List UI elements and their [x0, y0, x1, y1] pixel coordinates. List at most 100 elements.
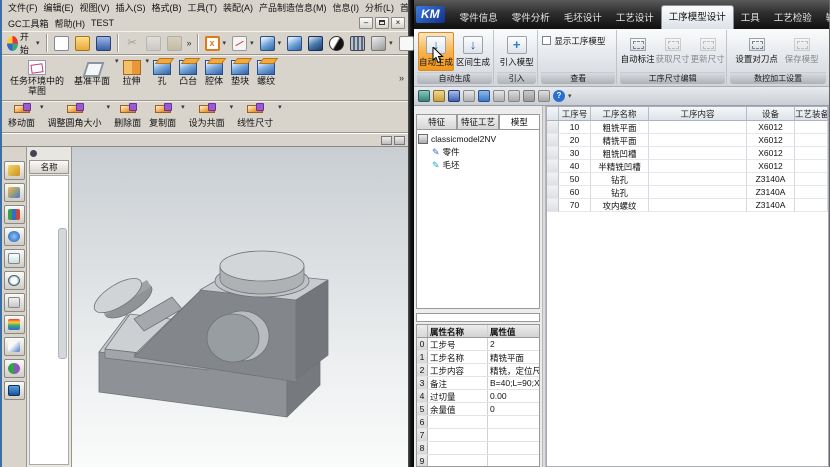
tree-node-part[interactable]: ✎ 零件 — [418, 145, 538, 158]
constraint-navigator-button[interactable] — [4, 183, 25, 202]
navigator-list[interactable] — [29, 175, 69, 465]
menu-view[interactable]: 视图(V) — [77, 0, 113, 15]
menu-insert[interactable]: 插入(S) — [113, 0, 149, 15]
pocket-button[interactable]: 腔体 — [201, 57, 227, 99]
process-row[interactable]: 60 钻孔 Z3140A — [547, 186, 828, 199]
restore-button[interactable] — [375, 17, 389, 29]
tree-root-node[interactable]: classicmodel2NV — [418, 132, 538, 145]
start-menu-button[interactable]: 开始 ▾ — [4, 28, 43, 58]
tab-feature[interactable]: 特征 — [416, 114, 457, 129]
wireframe-button[interactable] — [347, 34, 368, 53]
property-row[interactable]: 2 工步内容 精铣，定位尺 — [417, 364, 539, 377]
part-navigator-button[interactable] — [4, 205, 25, 224]
list-icon[interactable] — [538, 90, 550, 102]
row-selector[interactable] — [547, 199, 559, 212]
row-selector[interactable] — [547, 173, 559, 186]
property-row[interactable]: 8 — [417, 442, 539, 455]
property-row[interactable]: 5 余量值 0 — [417, 403, 539, 416]
navigator-name-column-header[interactable]: 名称 — [29, 160, 69, 174]
process-studio-button[interactable] — [4, 293, 25, 312]
minimize-button[interactable]: – — [359, 17, 373, 29]
boss-button[interactable]: 凸台 — [175, 57, 201, 99]
menu-assembly[interactable]: 装配(A) — [220, 0, 256, 15]
tab-operation-model-design[interactable]: 工序模型设计 — [661, 5, 734, 29]
menu-analysis[interactable]: 分析(L) — [362, 0, 397, 15]
child-restore-icon[interactable] — [394, 136, 405, 145]
tab-feature-process[interactable]: 特征工艺 — [457, 114, 498, 129]
range-generate-button[interactable]: ↓ 区间生成 — [455, 32, 491, 71]
auto-annotate-button[interactable]: 自动标注 — [621, 32, 655, 71]
toolbar-overflow-button[interactable]: » — [399, 73, 404, 83]
tab-part-info[interactable]: 零件信息 — [453, 7, 505, 29]
make-coplanar-button[interactable]: 设为共面 — [185, 103, 229, 131]
tree-icon[interactable] — [463, 90, 475, 102]
toolbar-options-caret[interactable]: ▾ — [568, 92, 572, 100]
tab-tools[interactable]: 工具 — [734, 7, 767, 29]
render-style-button[interactable] — [326, 34, 347, 53]
property-row[interactable]: 3 备注 B=40;L=90;X= — [417, 377, 539, 390]
close-button[interactable]: × — [391, 17, 405, 29]
structure-icon[interactable] — [493, 90, 505, 102]
thread-button[interactable]: 螺纹 — [253, 57, 279, 99]
child-minimize-icon[interactable] — [381, 136, 392, 145]
resize-blend-button[interactable]: 调整圆角大小 — [44, 103, 106, 131]
nodes-icon[interactable] — [508, 90, 520, 102]
process-row[interactable]: 20 精铣平面 X6012 — [547, 134, 828, 147]
col-tooling[interactable]: 工艺装备 — [795, 107, 828, 121]
save-button[interactable] — [93, 34, 114, 53]
auto-generate-button[interactable]: ↓ 自动生成 — [418, 32, 454, 71]
property-row[interactable]: 7 — [417, 429, 539, 442]
open-file-button[interactable] — [72, 34, 93, 53]
process-row[interactable]: 40 半精铣凹槽 X6012 — [547, 160, 828, 173]
chevron-down-icon[interactable]: ▾ — [278, 103, 282, 131]
layers-icon[interactable] — [478, 90, 490, 102]
import-model-button[interactable]: + 引入模型 — [499, 32, 535, 71]
row-selector[interactable] — [547, 147, 559, 160]
property-row[interactable]: 4 过切量 0.00 — [417, 390, 539, 403]
property-name-header[interactable]: 属性名称 — [428, 325, 488, 337]
row-selector[interactable] — [547, 134, 559, 147]
open-icon[interactable] — [433, 90, 445, 102]
viewport-3d[interactable] — [72, 147, 408, 467]
row-selector[interactable] — [547, 160, 559, 173]
reuse-library-button[interactable] — [4, 249, 25, 268]
col-operation-name[interactable]: 工序名称 — [591, 107, 649, 121]
menu-format[interactable]: 格式(B) — [149, 0, 185, 15]
pad-button[interactable]: 垫块 — [227, 57, 253, 99]
process-row[interactable]: 50 钻孔 Z3140A — [547, 173, 828, 186]
menu-tools[interactable]: 工具(T) — [185, 0, 221, 15]
row-selector[interactable] — [547, 186, 559, 199]
toolbar-overflow-button[interactable]: » — [187, 38, 192, 48]
copy-face-button[interactable]: 复制面 — [145, 103, 180, 131]
extrude-button[interactable]: 拉伸 — [119, 57, 145, 99]
menu-help[interactable]: 帮助(H) — [52, 16, 89, 31]
row-selector[interactable] — [547, 121, 559, 134]
internet-button[interactable] — [4, 227, 25, 246]
menu-file[interactable]: 文件(F) — [5, 0, 41, 15]
property-row[interactable]: 6 — [417, 416, 539, 429]
menu-information[interactable]: 信息(I) — [330, 0, 363, 15]
hole-button[interactable]: 孔 — [149, 57, 175, 99]
save-icon[interactable] — [448, 90, 460, 102]
link-icon[interactable] — [523, 90, 535, 102]
history-button[interactable] — [4, 271, 25, 290]
people-button[interactable] — [4, 359, 25, 378]
menu-pmi[interactable]: 产品制造信息(M) — [256, 0, 330, 15]
process-row[interactable]: 10 粗铣平面 X6012 — [547, 121, 828, 134]
property-value-header[interactable]: 属性值 — [488, 325, 539, 337]
solid-view-button[interactable] — [305, 34, 326, 53]
menu-test[interactable]: TEST — [88, 17, 117, 29]
shaded-view-button[interactable] — [284, 34, 305, 53]
move-face-button[interactable]: 移动面 — [4, 103, 39, 131]
window-button[interactable] — [4, 381, 25, 400]
assembly-navigator-button[interactable] — [4, 161, 25, 180]
sketch-view-button[interactable]: ▾ — [229, 34, 257, 53]
process-row[interactable]: 70 攻内螺纹 Z3140A — [547, 199, 828, 212]
tab-process-inspection[interactable]: 工艺检验 — [767, 7, 819, 29]
tab-output[interactable]: 输出 — [819, 7, 830, 29]
property-row[interactable]: 1 工步名称 精铣平面 — [417, 351, 539, 364]
pin-icon[interactable] — [30, 150, 37, 157]
tree-node-blank[interactable]: ✎ 毛坯 — [418, 158, 538, 171]
palette-button[interactable] — [4, 315, 25, 334]
property-row[interactable]: 0 工步号 2 — [417, 338, 539, 351]
